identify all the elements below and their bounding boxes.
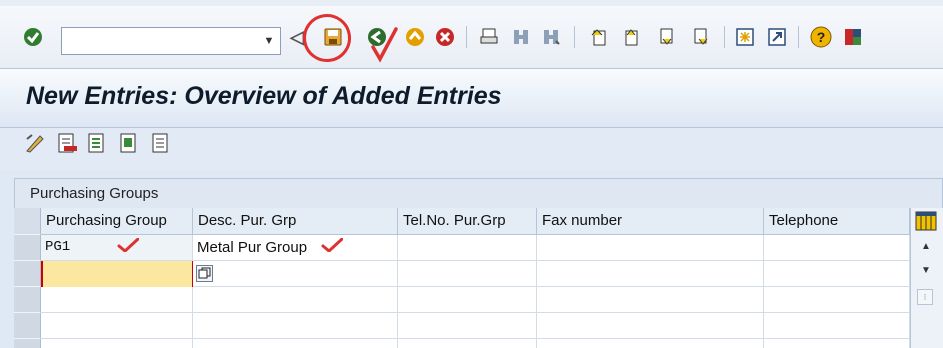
- table-cell-purchasing-group-active[interactable]: [41, 261, 194, 287]
- find-icon[interactable]: [510, 26, 532, 48]
- purchasing-groups-table: Purchasing Group Desc. Pur. Grp Tel.No. …: [14, 208, 943, 348]
- table-cell-telephone[interactable]: [764, 261, 910, 287]
- first-page-icon[interactable]: [588, 26, 610, 48]
- column-header-purchasing-group[interactable]: Purchasing Group: [41, 208, 193, 235]
- row-selector[interactable]: [14, 313, 41, 339]
- table-cell-tel[interactable]: [398, 235, 537, 261]
- column-header-telephone[interactable]: Telephone: [764, 208, 910, 235]
- row-selector[interactable]: [14, 235, 41, 261]
- change-display-icon[interactable]: [24, 132, 46, 154]
- table-cell-tel[interactable]: [398, 287, 537, 313]
- page-title: New Entries: Overview of Added Entries: [26, 82, 502, 110]
- print-icon[interactable]: [478, 26, 500, 48]
- select-all-rows-button[interactable]: [14, 208, 41, 235]
- table-cell-tel[interactable]: [398, 339, 537, 348]
- table-cell-tel[interactable]: [398, 261, 537, 287]
- checkmark-annotation: [117, 238, 139, 252]
- scroll-down-icon[interactable]: ▼: [919, 265, 933, 277]
- application-toolbar: [0, 128, 943, 170]
- save-highlight-annotation: [299, 10, 355, 66]
- delete-entry-icon[interactable]: [56, 132, 78, 154]
- toolbar-separator: [798, 26, 799, 48]
- table-cell-telephone[interactable]: [764, 313, 910, 339]
- table-cell-telephone[interactable]: [764, 235, 910, 261]
- table-cell-fax[interactable]: [537, 261, 764, 287]
- new-session-icon[interactable]: [734, 26, 756, 48]
- row-selector[interactable]: [14, 339, 41, 348]
- command-field[interactable]: ▼: [61, 27, 281, 55]
- table-cell-purchasing-group[interactable]: [41, 287, 193, 313]
- table-cell-purchasing-group[interactable]: [41, 313, 193, 339]
- toolbar-separator: [466, 26, 467, 48]
- exit-icon[interactable]: [404, 26, 426, 48]
- scroll-thumb[interactable]: ⁝: [917, 289, 933, 305]
- value-help-icon[interactable]: [196, 265, 213, 282]
- enter-icon[interactable]: [22, 26, 44, 48]
- table-cell-desc[interactable]: [193, 287, 398, 313]
- find-next-icon[interactable]: [540, 26, 562, 48]
- table-cell-tel[interactable]: [398, 313, 537, 339]
- customize-layout-icon[interactable]: [842, 26, 864, 48]
- deselect-all-icon[interactable]: [150, 132, 172, 154]
- row-selector[interactable]: [14, 287, 41, 313]
- table-title: Purchasing Groups: [15, 179, 942, 209]
- column-settings-icon[interactable]: [915, 211, 937, 231]
- command-dropdown-icon[interactable]: ▼: [258, 28, 280, 54]
- table-cell-desc[interactable]: Metal Pur Group: [193, 235, 398, 261]
- table-cell-telephone[interactable]: [764, 339, 910, 348]
- select-all-icon[interactable]: [86, 132, 108, 154]
- table-cell-fax[interactable]: [537, 235, 764, 261]
- cancel-icon[interactable]: [434, 26, 456, 48]
- shortcut-icon[interactable]: [766, 26, 788, 48]
- table-cell-telephone[interactable]: [764, 287, 910, 313]
- column-header-tel-no[interactable]: Tel.No. Pur.Grp: [398, 208, 537, 235]
- table-cell-desc[interactable]: [193, 339, 398, 348]
- toolbar-separator: [724, 26, 725, 48]
- vertical-scrollbar[interactable]: ▲ ▼ ⁝: [910, 208, 943, 348]
- table-cell-desc[interactable]: [193, 261, 398, 287]
- previous-page-icon[interactable]: [620, 26, 642, 48]
- checkmark-annotation: [321, 238, 343, 252]
- toolbar-separator: [574, 26, 575, 48]
- svg-text:?: ?: [817, 29, 826, 45]
- select-block-icon[interactable]: [118, 132, 140, 154]
- row-selector[interactable]: [14, 261, 41, 287]
- next-page-icon[interactable]: [656, 26, 678, 48]
- table-cell-desc[interactable]: [193, 313, 398, 339]
- table-cell-fax[interactable]: [537, 339, 764, 348]
- title-bar: New Entries: Overview of Added Entries: [0, 69, 943, 128]
- scroll-up-icon[interactable]: ▲: [919, 241, 933, 253]
- table-cell-purchasing-group[interactable]: [41, 339, 193, 348]
- table-cell-fax[interactable]: [537, 287, 764, 313]
- last-page-icon[interactable]: [690, 26, 712, 48]
- standard-toolbar: ▼ ◁ ?: [0, 6, 943, 69]
- column-header-fax-number[interactable]: Fax number: [537, 208, 764, 235]
- back-icon[interactable]: [366, 26, 388, 48]
- table-cell-fax[interactable]: [537, 313, 764, 339]
- help-icon[interactable]: ?: [810, 26, 832, 48]
- column-header-desc-pur-grp[interactable]: Desc. Pur. Grp: [193, 208, 398, 235]
